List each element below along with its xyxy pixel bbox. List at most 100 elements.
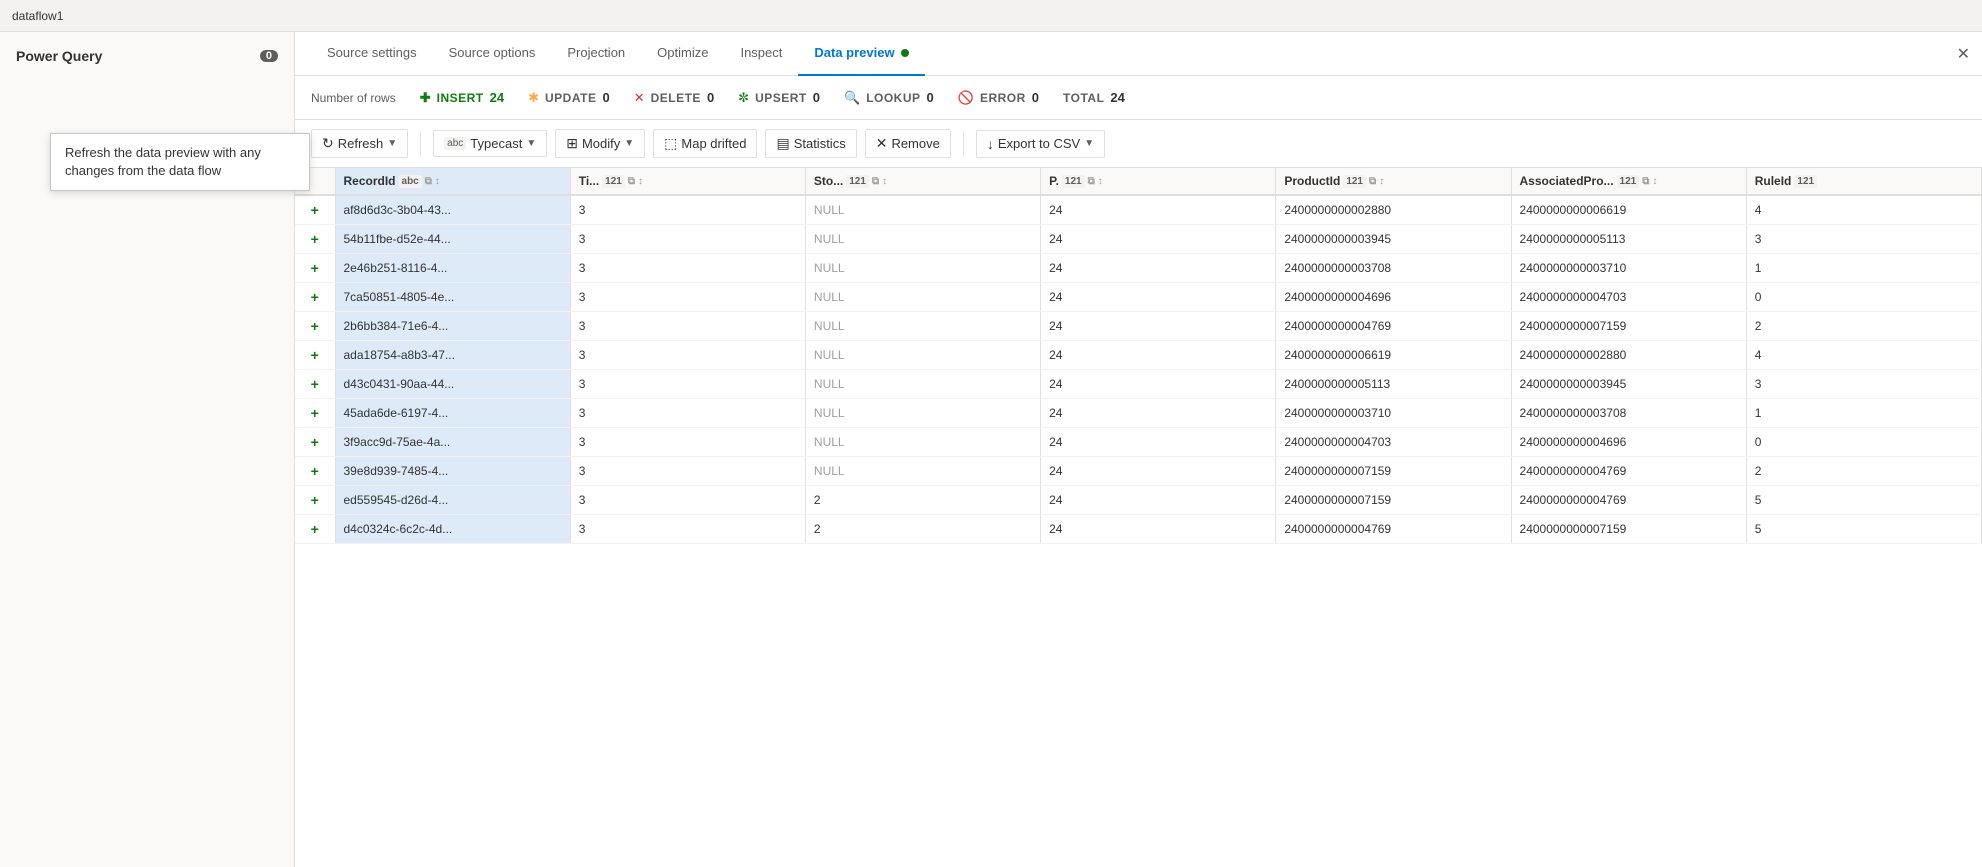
col-assocpro-type: 121 bbox=[1617, 175, 1640, 188]
cell-productid: 2400000000003708 bbox=[1276, 254, 1511, 283]
cell-recordid: 3f9acc9d-75ae-4a... bbox=[335, 428, 570, 457]
row-action-icon: + bbox=[295, 486, 335, 515]
insert-row-icon: + bbox=[311, 376, 319, 392]
remove-button[interactable]: ✕ Remove bbox=[865, 129, 951, 158]
cell-recordid: 45ada6de-6197-4... bbox=[335, 399, 570, 428]
cell-recordid: 7ca50851-4805-4e... bbox=[335, 283, 570, 312]
cell-sto: NULL bbox=[805, 225, 1040, 254]
col-recordid-type: abc bbox=[399, 175, 422, 188]
cell-ti: 3 bbox=[570, 341, 805, 370]
upsert-icon: ✼ bbox=[738, 90, 749, 106]
copy-icon-assocpro[interactable]: ⧉ bbox=[1642, 176, 1649, 187]
cell-ti: 3 bbox=[570, 254, 805, 283]
copy-icon-ti[interactable]: ⧉ bbox=[628, 176, 635, 187]
total-value: 24 bbox=[1110, 90, 1124, 105]
lookup-value: 0 bbox=[927, 90, 934, 105]
row-action-icon: + bbox=[295, 225, 335, 254]
cell-recordid: d4c0324c-6c2c-4d... bbox=[335, 515, 570, 544]
col-productid-type: 121 bbox=[1343, 175, 1366, 188]
row-action-icon: + bbox=[295, 254, 335, 283]
map-drifted-button[interactable]: ⬚ Map drifted bbox=[653, 129, 757, 158]
cell-ruleid: 3 bbox=[1746, 370, 1981, 399]
sort-icon-sto[interactable]: ↕ bbox=[882, 176, 887, 187]
copy-icon-p[interactable]: ⧉ bbox=[1088, 176, 1095, 187]
cell-recordid: ed559545-d26d-4... bbox=[335, 486, 570, 515]
col-ti-type: 121 bbox=[602, 175, 625, 188]
export-dropdown-icon: ▼ bbox=[1084, 138, 1094, 149]
tab-optimize[interactable]: Optimize bbox=[641, 32, 724, 76]
cell-ruleid: 0 bbox=[1746, 283, 1981, 312]
error-label: ERROR bbox=[980, 91, 1026, 105]
cell-sto: NULL bbox=[805, 457, 1040, 486]
cell-productid: 2400000000007159 bbox=[1276, 486, 1511, 515]
cell-p: 24 bbox=[1041, 515, 1276, 544]
copy-icon-productid[interactable]: ⧉ bbox=[1369, 176, 1376, 187]
col-header-sto: Sto... 121 ⧉ ↕ bbox=[805, 168, 1040, 195]
cell-ti: 3 bbox=[570, 225, 805, 254]
cell-p: 24 bbox=[1041, 195, 1276, 225]
cell-associatedpro: 2400000000006619 bbox=[1511, 195, 1746, 225]
sort-icon-assocpro[interactable]: ↕ bbox=[1652, 176, 1657, 187]
typecast-dropdown-icon: ▼ bbox=[526, 138, 536, 149]
total-stat: TOTAL 24 bbox=[1063, 90, 1125, 105]
data-table-container[interactable]: ↕ RecordId abc ⧉ ↕ bbox=[295, 168, 1982, 867]
cell-p: 24 bbox=[1041, 225, 1276, 254]
col-ti-label: Ti... bbox=[579, 174, 599, 188]
sidebar-header-label: Power Query bbox=[16, 48, 102, 64]
lookup-stat: 🔍 LOOKUP 0 bbox=[844, 90, 934, 106]
row-action-icon: + bbox=[295, 341, 335, 370]
cell-ruleid: 5 bbox=[1746, 486, 1981, 515]
cell-recordid: d43c0431-90aa-44... bbox=[335, 370, 570, 399]
cell-p: 24 bbox=[1041, 428, 1276, 457]
cell-associatedpro: 2400000000005113 bbox=[1511, 225, 1746, 254]
cell-productid: 2400000000004696 bbox=[1276, 283, 1511, 312]
tab-data-preview[interactable]: Data preview bbox=[798, 32, 924, 76]
export-csv-button[interactable]: ↓ Export to CSV ▼ bbox=[976, 130, 1105, 158]
cell-sto: NULL bbox=[805, 399, 1040, 428]
table-row: + 7ca50851-4805-4e... 3 NULL 24 24000000… bbox=[295, 283, 1982, 312]
remove-label: Remove bbox=[891, 136, 939, 151]
cell-sto: NULL bbox=[805, 428, 1040, 457]
statistics-icon: ▤ bbox=[776, 135, 789, 152]
tab-inspect[interactable]: Inspect bbox=[724, 32, 798, 76]
refresh-button[interactable]: ↻ Refresh ▼ bbox=[311, 129, 408, 158]
error-icon: 🚫 bbox=[958, 90, 974, 106]
typecast-button[interactable]: abc Typecast ▼ bbox=[433, 130, 547, 157]
sort-icon-productid[interactable]: ↕ bbox=[1379, 176, 1384, 187]
refresh-tooltip: Refresh the data preview with any change… bbox=[295, 133, 310, 191]
update-stat: ✱ UPDATE 0 bbox=[528, 90, 610, 106]
insert-row-icon: + bbox=[311, 347, 319, 363]
table-row: + 45ada6de-6197-4... 3 NULL 24 240000000… bbox=[295, 399, 1982, 428]
insert-row-icon: + bbox=[311, 231, 319, 247]
cell-productid: 2400000000003710 bbox=[1276, 399, 1511, 428]
cell-productid: 2400000000005113 bbox=[1276, 370, 1511, 399]
tab-projection[interactable]: Projection bbox=[551, 32, 641, 76]
cell-sto: NULL bbox=[805, 195, 1040, 225]
close-tab-button[interactable]: ✕ bbox=[1957, 44, 1970, 64]
remove-icon: ✕ bbox=[876, 135, 888, 152]
copy-icon-sto[interactable]: ⧉ bbox=[872, 176, 879, 187]
col-sto-type: 121 bbox=[846, 175, 869, 188]
sort-icon-p[interactable]: ↕ bbox=[1098, 176, 1103, 187]
cell-p: 24 bbox=[1041, 283, 1276, 312]
cell-associatedpro: 2400000000003710 bbox=[1511, 254, 1746, 283]
tab-source-options[interactable]: Source options bbox=[433, 32, 552, 76]
modify-button[interactable]: ⊞ Modify ▼ bbox=[555, 129, 645, 158]
cell-ruleid: 4 bbox=[1746, 195, 1981, 225]
col-ruleid-type: 121 bbox=[1794, 175, 1817, 188]
copy-icon-recordid[interactable]: ⧉ bbox=[425, 176, 432, 187]
cell-ti: 3 bbox=[570, 283, 805, 312]
col-recordid-label: RecordId bbox=[344, 174, 396, 188]
insert-stat: ✚ INSERT 24 bbox=[420, 90, 504, 106]
cell-recordid: 2e46b251-8116-4... bbox=[335, 254, 570, 283]
insert-row-icon: + bbox=[311, 289, 319, 305]
delete-value: 0 bbox=[707, 90, 714, 105]
cell-sto: 2 bbox=[805, 515, 1040, 544]
insert-row-icon: + bbox=[311, 521, 319, 537]
statistics-button[interactable]: ▤ Statistics bbox=[765, 129, 856, 158]
cell-associatedpro: 2400000000004769 bbox=[1511, 486, 1746, 515]
sort-icon-recordid[interactable]: ↕ bbox=[435, 176, 440, 187]
cell-associatedpro: 2400000000004769 bbox=[1511, 457, 1746, 486]
tab-source-settings[interactable]: Source settings bbox=[311, 32, 433, 76]
sort-icon-ti[interactable]: ↕ bbox=[638, 176, 643, 187]
